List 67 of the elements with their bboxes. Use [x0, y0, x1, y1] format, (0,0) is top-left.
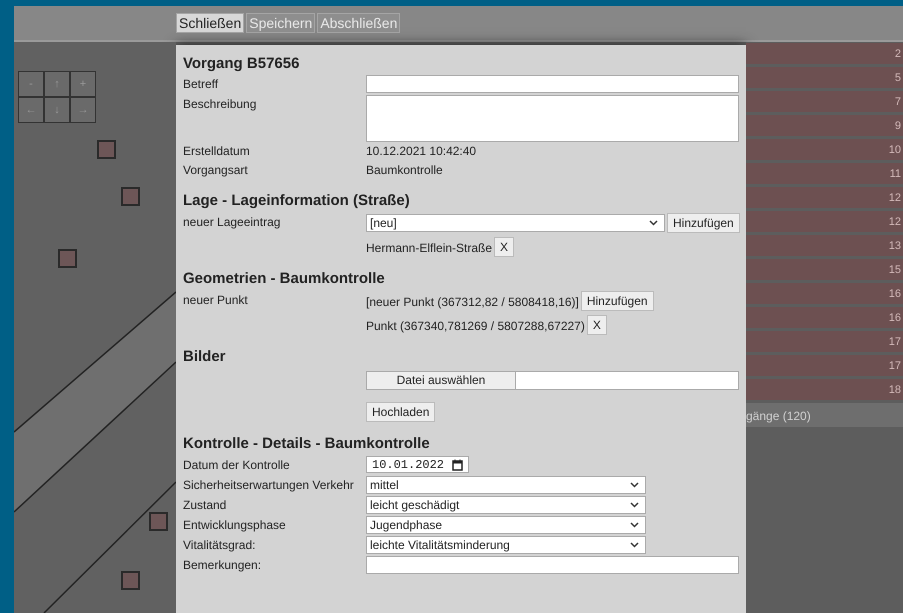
toolbar-button[interactable]: Speichern	[246, 13, 316, 33]
add-button[interactable]: Hinzufügen	[667, 213, 740, 233]
section-heading: Kontrolle - Details - Baumkontrolle	[183, 435, 431, 452]
field-label: Vitalitätsgrad:	[183, 537, 256, 552]
toolbar-button[interactable]: Abschließen	[317, 13, 400, 33]
list-row[interactable]: 12	[746, 211, 903, 232]
upload-button[interactable]: Hochladen	[366, 402, 436, 422]
select-field[interactable]: leichte Vitalitätsminderung	[366, 536, 646, 554]
field-value: Baumkontrolle	[366, 163, 443, 177]
section-heading: Geometrien - Baumkontrolle	[183, 270, 386, 287]
toolbar-button[interactable]: Schließen	[176, 13, 244, 33]
add-button[interactable]: Hinzufügen	[580, 291, 654, 311]
remove-button[interactable]: X	[494, 237, 514, 257]
text-input[interactable]	[366, 556, 739, 574]
field-label: neuer Lageeintrag	[183, 214, 282, 229]
entry-text: Punkt (367340,781269 / 5807288,67227)	[366, 318, 585, 333]
select-field[interactable]: mittel	[366, 476, 646, 494]
chevron-down-icon[interactable]	[630, 502, 639, 508]
select-field[interactable]: leicht geschädigt	[366, 496, 646, 514]
map-marker[interactable]	[97, 140, 116, 159]
field-label: Entwicklungsphase	[183, 517, 287, 532]
list-row[interactable]: 16	[746, 307, 903, 328]
map-marker[interactable]	[149, 512, 168, 531]
field-label: Zustand	[183, 497, 228, 512]
field-label: Vorgangsart	[183, 163, 249, 177]
map-marker[interactable]	[121, 187, 140, 206]
chevron-down-icon[interactable]	[630, 482, 639, 488]
section-heading: Bilder	[183, 348, 227, 365]
list-row[interactable]: 2	[746, 43, 903, 64]
list-row[interactable]: 5	[746, 67, 903, 88]
date-input[interactable]: 10.01.2022	[366, 456, 469, 473]
list-row[interactable]: 7	[746, 91, 903, 112]
select-field[interactable]: [neu]	[366, 214, 665, 232]
chevron-down-icon[interactable]	[630, 542, 639, 548]
list-row[interactable]: 9	[746, 115, 903, 136]
list-row[interactable]: 18	[746, 379, 903, 400]
list-footer: gänge (120)	[746, 403, 903, 427]
map-marker[interactable]	[58, 249, 77, 268]
entry-text: Hermann-Elflein-Straße	[366, 240, 492, 255]
list-row[interactable]: 17	[746, 331, 903, 352]
field-label: Betreff	[183, 76, 220, 91]
field-label: Datum der Kontrolle	[183, 457, 291, 472]
list-row[interactable]: 15	[746, 259, 903, 280]
list-row[interactable]: 10	[746, 139, 903, 160]
field-label: Erstelldatum	[183, 144, 251, 158]
field-label: neuer Punkt	[183, 292, 249, 307]
list-row[interactable]: 13	[746, 235, 903, 256]
text-input[interactable]	[366, 75, 739, 93]
list-row[interactable]: 16	[746, 283, 903, 304]
chevron-down-icon[interactable]	[649, 220, 658, 226]
list-row[interactable]: 11	[746, 163, 903, 184]
remove-button[interactable]: X	[586, 315, 607, 335]
section-heading: Lage - Lageinformation (Straße)	[183, 192, 411, 209]
text-area[interactable]	[366, 95, 739, 142]
point-text: [neuer Punkt (367312,82 / 5808418,16)]	[366, 294, 579, 309]
list-row[interactable]: 17	[746, 355, 903, 376]
field-value: 10.12.2021 10:42:40	[366, 144, 476, 158]
field-label: Sicherheitserwartungen Verkehr	[183, 477, 355, 492]
field-label: Bemerkungen:	[183, 557, 262, 572]
calendar-icon[interactable]	[452, 458, 463, 470]
field-label: Beschreibung	[183, 96, 258, 111]
list-row[interactable]: 12	[746, 187, 903, 208]
chevron-down-icon[interactable]	[630, 522, 639, 528]
map-marker[interactable]	[121, 571, 140, 590]
file-input[interactable]: Datei auswählen	[366, 371, 739, 390]
select-field[interactable]: Jugendphase	[366, 516, 646, 534]
dialog-title: Vorgang B57656	[183, 55, 300, 72]
